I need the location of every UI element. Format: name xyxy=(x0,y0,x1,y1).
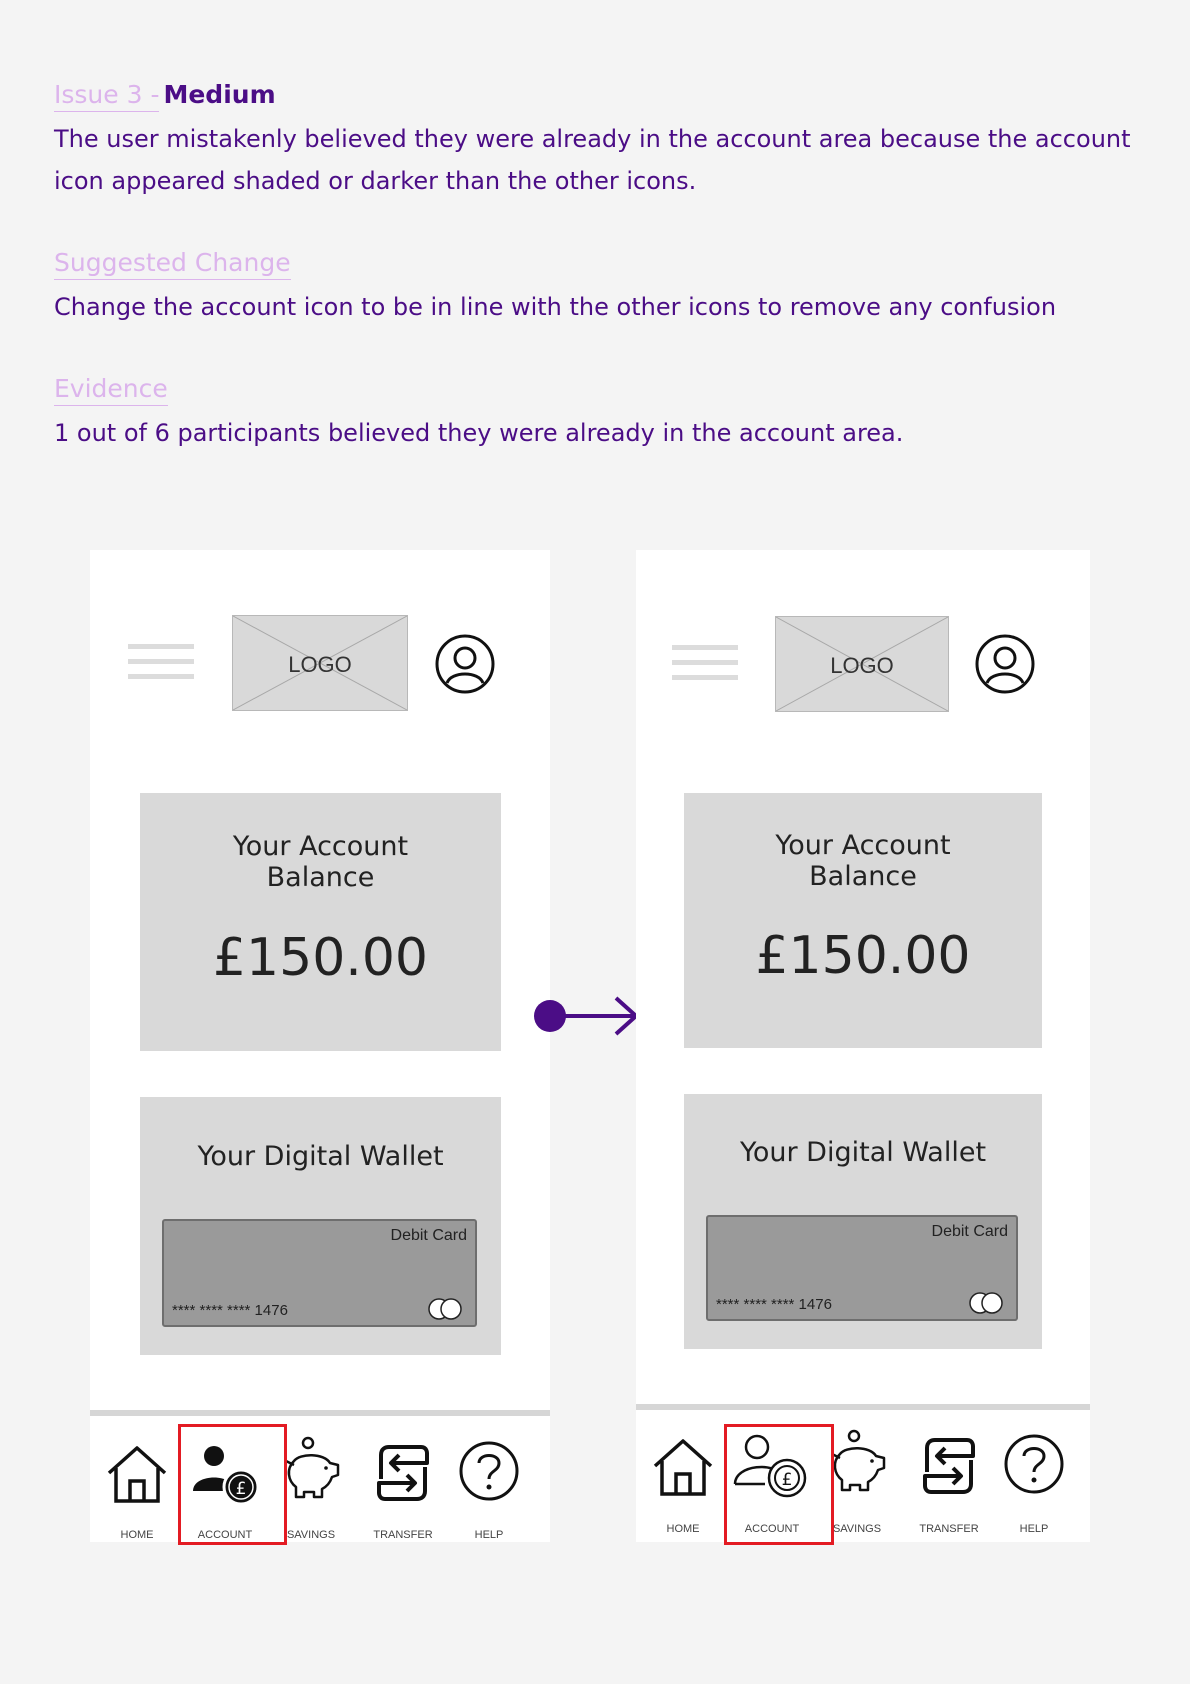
issue-label: Issue 3 - xyxy=(54,80,160,112)
balance-title-line1: Your Account xyxy=(232,831,409,862)
piggy-bank-icon xyxy=(285,1436,340,1499)
nav-label-transfer: TRANSFER xyxy=(919,1523,979,1535)
balance-title-line2: Balance xyxy=(266,862,375,893)
suggested-change-heading: Suggested Change xyxy=(54,248,291,280)
logo-text: LOGO xyxy=(830,653,894,678)
mockup-after: LOGO Your Account Balance £150.00 Your D… xyxy=(636,550,1090,1542)
help-question-icon xyxy=(459,1441,519,1501)
balance-title-line1: Your Account xyxy=(775,830,951,861)
mockup-before: LOGO Your Account Balance £150.00 Your D… xyxy=(90,550,550,1542)
nav-item-transfer[interactable]: TRANSFER xyxy=(360,1443,446,1542)
debit-card[interactable]: Debit Card **** **** **** 1476 xyxy=(162,1219,477,1327)
nav-item-help[interactable]: HELP xyxy=(991,1434,1077,1542)
balance-value: £150.00 xyxy=(755,926,971,986)
card-label: Debit Card xyxy=(390,1227,467,1244)
nav-item-home[interactable]: HOME xyxy=(640,1436,726,1542)
highlight-account-before xyxy=(178,1424,287,1545)
issue-severity: Medium xyxy=(163,80,276,109)
nav-label-home: HOME xyxy=(120,1529,154,1541)
suggested-change-label: Suggested Change xyxy=(54,248,291,280)
nav-label-transfer: TRANSFER xyxy=(373,1529,433,1541)
home-icon xyxy=(653,1439,713,1496)
issue-heading: Issue 3 - Medium xyxy=(54,80,276,112)
nav-item-help[interactable]: HELP xyxy=(446,1441,532,1542)
nav-divider xyxy=(636,1404,1090,1410)
nav-divider xyxy=(90,1410,550,1416)
transfer-arrows-icon xyxy=(377,1445,429,1501)
evidence-text: 1 out of 6 participants believed they we… xyxy=(54,419,904,447)
home-icon xyxy=(107,1446,167,1503)
wallet-panel: Your Digital Wallet Debit Card **** ****… xyxy=(140,1097,501,1355)
arrow-right-icon xyxy=(534,996,638,1036)
card-number: **** **** **** 1476 xyxy=(716,1296,832,1313)
nav-label-home: HOME xyxy=(666,1523,700,1535)
logo-placeholder: LOGO xyxy=(232,615,408,711)
user-circle-icon[interactable] xyxy=(974,633,1036,695)
balance-title-line2: Balance xyxy=(809,861,917,892)
suggested-change-text: Change the account icon to be in line wi… xyxy=(54,293,1057,321)
nav-label-help: HELP xyxy=(1019,1523,1049,1535)
nav-item-home[interactable]: HOME xyxy=(94,1443,180,1542)
user-circle-icon[interactable] xyxy=(434,633,496,695)
highlight-account-after xyxy=(724,1424,834,1545)
balance-panel: Your Account Balance £150.00 xyxy=(684,793,1042,1048)
nav-item-transfer[interactable]: TRANSFER xyxy=(906,1436,992,1542)
hamburger-menu-icon[interactable] xyxy=(128,644,194,680)
card-network-icon xyxy=(428,1298,462,1320)
logo-text: LOGO xyxy=(288,652,352,677)
card-label: Debit Card xyxy=(931,1223,1008,1240)
debit-card[interactable]: Debit Card **** **** **** 1476 xyxy=(706,1215,1018,1321)
transfer-arrows-icon xyxy=(923,1438,975,1494)
balance-panel: Your Account Balance £150.00 xyxy=(140,793,501,1051)
issue-description: The user mistakenly believed they were a… xyxy=(54,125,1131,195)
wallet-title: Your Digital Wallet xyxy=(739,1137,987,1168)
evidence-label: Evidence xyxy=(54,374,168,406)
evidence-heading: Evidence xyxy=(54,374,168,406)
help-question-icon xyxy=(1004,1434,1064,1494)
balance-value: £150.00 xyxy=(212,928,429,988)
wallet-title: Your Digital Wallet xyxy=(197,1141,444,1172)
nav-label-help: HELP xyxy=(474,1529,504,1541)
card-number: **** **** **** 1476 xyxy=(172,1302,288,1319)
hamburger-menu-icon[interactable] xyxy=(672,645,738,681)
wallet-panel: Your Digital Wallet Debit Card **** ****… xyxy=(684,1094,1042,1349)
card-network-icon xyxy=(969,1292,1003,1314)
logo-placeholder: LOGO xyxy=(775,616,949,712)
